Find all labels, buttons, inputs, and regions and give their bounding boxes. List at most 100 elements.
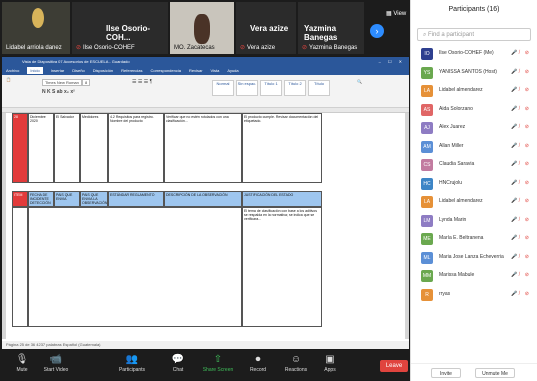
zoom-meeting-window: Lidabel arriola danez Ilse Osorio-COH...… [0, 0, 537, 381]
participant-list: IO Ilse Osorio-COHEF (Me) 🎤̸ ⊘ YS YANISSA SA… [411, 45, 537, 304]
avatar: LA [421, 196, 433, 208]
style-titulo-1[interactable]: Título 1 [260, 80, 282, 96]
participant-row[interactable]: LM Lynda Marin 🎤̸ ⊘ [411, 212, 537, 231]
document-page[interactable]: 28 Diciembre 2020 El Salvador Medidores … [6, 113, 405, 339]
participant-row[interactable]: Rrryas 🎤̸ ⊘ [411, 286, 537, 305]
video-tile-3[interactable]: MO. Zacatecas [170, 2, 234, 54]
tile-name: ⊘ Yazmina Banegas [302, 45, 358, 51]
tab-referencias[interactable]: Referencias [121, 68, 142, 73]
invite-button[interactable]: Invite [431, 368, 461, 378]
tab-ayuda[interactable]: Ayuda [227, 68, 238, 73]
participant-video [194, 14, 210, 44]
muted-mic-icon: 🎤̸ ⊘ [511, 272, 531, 278]
panel-footer: Invite Unmute Me [411, 363, 537, 381]
participant-row[interactable]: LA Lidabel almendarez 🎤̸ ⊘ [411, 193, 537, 212]
style-titulo-2[interactable]: Título 2 [284, 80, 306, 96]
participant-name: rryas [439, 290, 451, 297]
participant-row[interactable]: YS YANISSA SANTOS (Host) 🎤̸ ⊘ [411, 64, 537, 83]
participant-row[interactable]: MM Marissa Mabule 🎤̸ ⊘ [411, 267, 537, 286]
participant-name: Maria Jose Lanza Echeverria [439, 253, 504, 260]
table-header-description: DESCRIPCIÓN DE LA OBSERVACIÓN [164, 191, 242, 207]
video-tile-4[interactable]: Vera azize ⊘ Vera azize [236, 2, 296, 54]
table-cell-justification: El tema de clasificación con base a los … [242, 207, 322, 327]
participants-button[interactable]: 👥 Participants [112, 354, 152, 373]
participant-name: Aida Solorzano [439, 105, 473, 112]
muted-mic-icon: 🎤̸ ⊘ [511, 198, 531, 204]
tab-insertar[interactable]: Insertar [51, 68, 65, 73]
format-buttons[interactable]: N K S ab x₂ x² [42, 89, 75, 95]
font-size-field[interactable]: 8 [82, 79, 91, 86]
tile-name: MO. Zacatecas [174, 45, 215, 51]
muted-mic-icon: 🎤̸ ⊘ [511, 68, 531, 75]
tab-disposicion[interactable]: Disposición [93, 68, 113, 73]
video-tile-2[interactable]: Ilse Osorio-COH... ⊘ Ilse Osorio-COHEF [72, 2, 168, 54]
avatar: LA [421, 85, 433, 97]
window-controls[interactable]: – ☐ ✕ [379, 57, 405, 66]
shared-screen-word: Vista de Diapositiva 07 Accesorios de ES… [2, 57, 409, 349]
leave-button[interactable]: Leave [380, 360, 408, 372]
apps-button[interactable]: ▣ Apps [310, 354, 350, 373]
tab-correspondencia[interactable]: Correspondencia [151, 68, 181, 73]
find-replace-icon[interactable]: 🔍 [357, 79, 362, 84]
tile-big-name: Yazmina Banegas [304, 24, 338, 42]
chat-button[interactable]: 💬 Chat [158, 354, 198, 373]
paste-icon[interactable]: 📋 [6, 77, 11, 82]
muted-mic-icon: 🎤̸ ⊘ [511, 235, 531, 241]
participants-panel: Participants (16) ⌕ Find a participant I… [410, 0, 537, 381]
next-page-arrow-icon[interactable]: › [370, 24, 384, 38]
avatar: IO [421, 48, 433, 60]
participant-row[interactable]: IO Ilse Osorio-COHEF (Me) 🎤̸ ⊘ [411, 45, 537, 64]
muted-mic-icon: 🎤̸ ⊘ [511, 87, 531, 93]
record-button[interactable]: ⏺ Record [238, 354, 278, 373]
participant-video [32, 8, 44, 28]
style-normal[interactable]: Normal [212, 80, 234, 96]
start-video-button[interactable]: 📹 Start Video [36, 354, 76, 373]
record-icon: ⏺ [255, 354, 261, 365]
video-tile-1[interactable]: Lidabel arriola danez [2, 2, 70, 54]
participant-row[interactable]: CS Claudia Saravia 🎤̸ ⊘ [411, 156, 537, 175]
share-screen-icon: ⇧ [213, 354, 223, 365]
muted-mic-icon: 🎤̸ ⊘ [511, 216, 531, 223]
font-name-field[interactable]: Times New Roman [42, 79, 82, 86]
style-titulo[interactable]: Título [308, 80, 330, 96]
tab-inicio[interactable]: Inicio [27, 67, 43, 74]
participant-row[interactable]: AM Allan Miller 🎤̸ ⊘ [411, 138, 537, 157]
tile-name: ⊘ Vera azize [240, 45, 276, 51]
participant-name: Lidabel almendarez [439, 87, 483, 93]
table-cell-description: Verificar que no estén rotulados con una… [164, 113, 242, 183]
paragraph-buttons[interactable]: ☰ ☰ ☰ ¶ [132, 79, 152, 85]
view-button[interactable]: ▦ View [386, 10, 406, 17]
participant-row[interactable]: ML Maria Jose Lanza Echeverria 🎤̸ ⊘ [411, 249, 537, 268]
participant-row[interactable]: ME María E. Beltranena 🎤̸ ⊘ [411, 230, 537, 249]
chat-icon: 💬 [171, 354, 185, 365]
participant-row[interactable]: AS Aida Solorzano 🎤̸ ⊘ [411, 101, 537, 120]
muted-mic-icon: 🎤̸ ⊘ [511, 290, 531, 297]
style-sin-espacio[interactable]: Sin espac. [236, 80, 258, 96]
participant-row[interactable]: LA Lidabel almendarez 🎤̸ ⊘ [411, 82, 537, 101]
tab-vista[interactable]: Vista [211, 68, 220, 73]
video-tile-5[interactable]: Yazmina Banegas ⊘ Yazmina Banegas [298, 2, 364, 54]
tile-name: Lidabel arriola danez [6, 45, 62, 51]
participant-name: Alex Juarez [439, 124, 466, 130]
ribbon: 📋 Times New Roman 8 N K S ab x₂ x² ☰ ☰ ☰… [2, 75, 409, 108]
participant-search-input[interactable]: ⌕ Find a participant [417, 28, 531, 41]
muted-mic-icon: ⊘ [240, 45, 246, 51]
tab-diseno[interactable]: Diseño [72, 68, 84, 73]
tab-revisar[interactable]: Revisar [189, 68, 203, 73]
table-header-sender: PAIS QUE ENVIA LA OBSERVACIÓN [80, 191, 108, 207]
muted-mic-icon: ⊘ [76, 45, 82, 51]
table-cell [28, 207, 242, 327]
avatar: LM [421, 214, 433, 227]
avatar: R [421, 288, 433, 301]
participants-title: Participants (16) [448, 6, 500, 13]
table-header-justification: JUSTIFICACIÓN DEL ESTADO [242, 191, 322, 207]
share-screen-button[interactable]: ⇧ Share Screen [198, 354, 238, 373]
participant-row[interactable]: AJ Alex Juarez 🎤̸ ⊘ [411, 119, 537, 138]
participant-row[interactable]: HC HNCrujolu 🎤̸ ⊘ [411, 175, 537, 194]
avatar: ME [421, 233, 433, 245]
tab-archivo[interactable]: Archivo [6, 68, 19, 73]
participant-name: Allan Miller [439, 142, 464, 149]
participant-name: Lidabel almendarez [439, 198, 483, 204]
unmute-me-button[interactable]: Unmute Me [475, 368, 515, 378]
tile-big-name: Ilse Osorio-COH... [106, 24, 151, 42]
